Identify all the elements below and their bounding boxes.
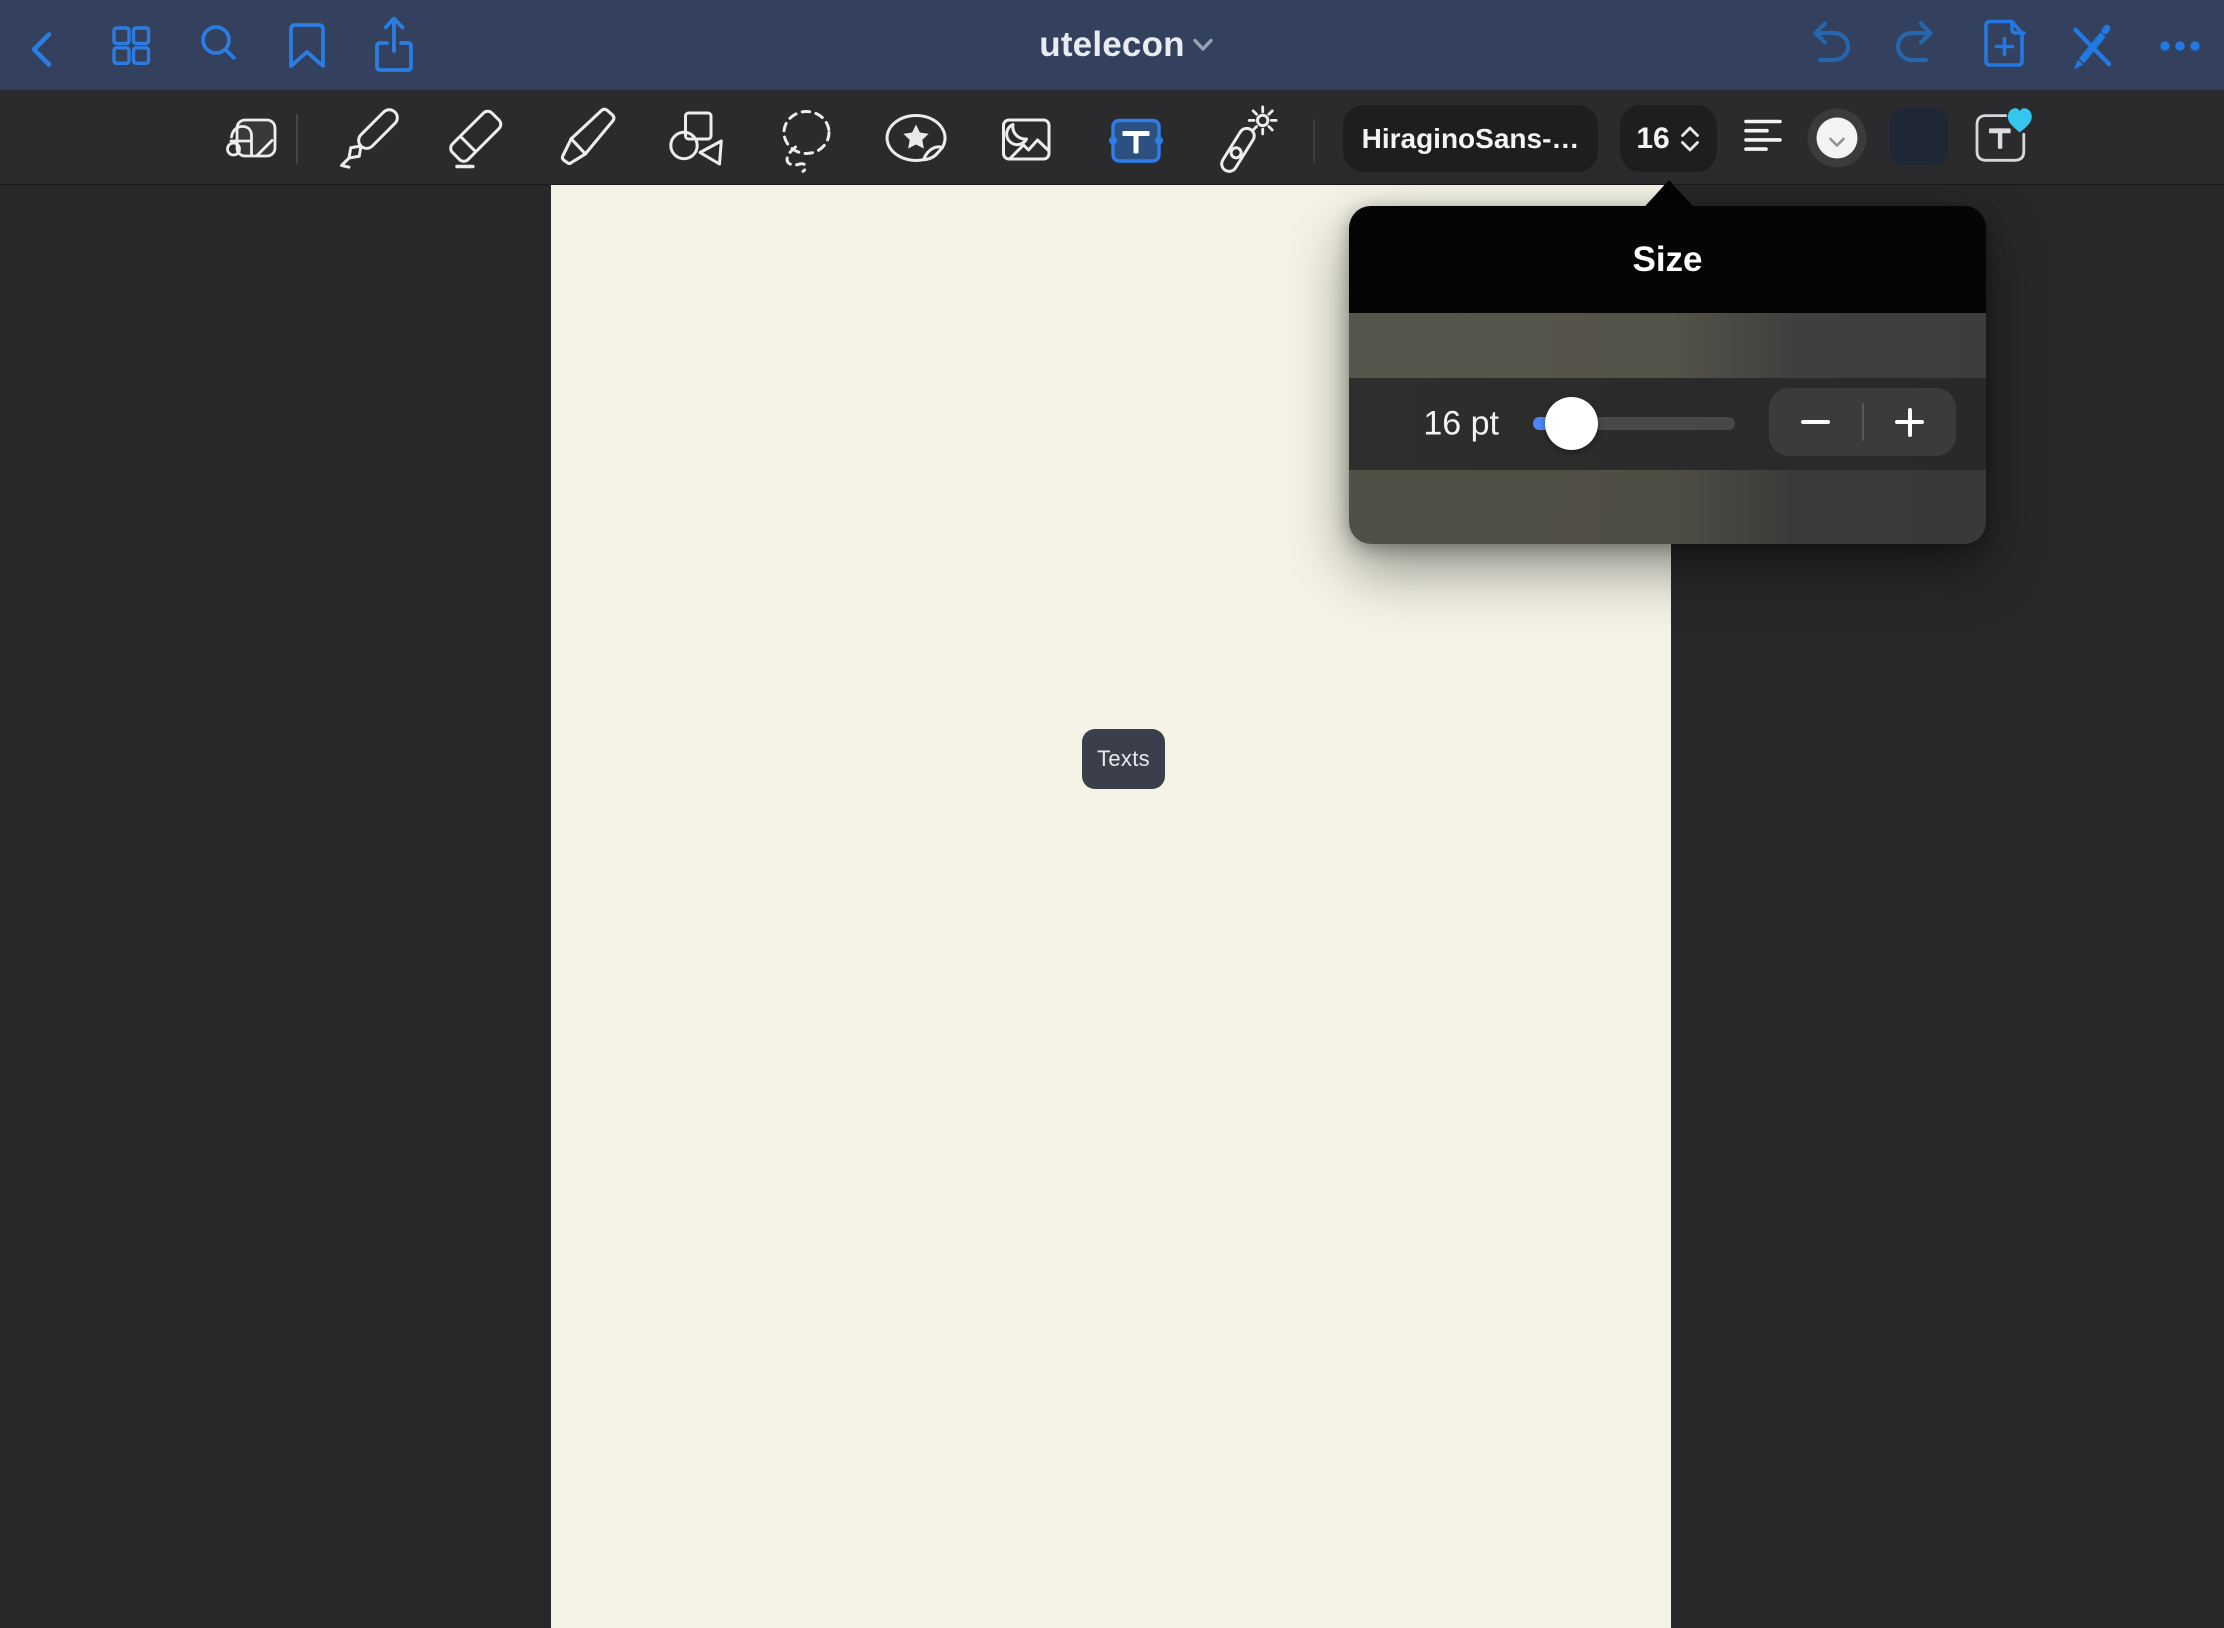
laser-pointer-icon (1208, 94, 1298, 184)
more-button[interactable] (2152, 17, 2208, 73)
text-align-button[interactable] (1718, 94, 1808, 184)
size-stepper (1769, 388, 1956, 456)
add-page-icon (1977, 17, 2033, 73)
ellipsis-icon (2152, 17, 2208, 73)
undo-icon (1801, 17, 1857, 73)
popover-band-bottom (1349, 470, 1986, 544)
slider-knob[interactable] (1545, 397, 1598, 450)
toolbar-separator (296, 114, 298, 164)
favorite-text-icon (1972, 100, 2040, 168)
add-page-button[interactable] (1977, 17, 2033, 73)
lasso-icon (762, 94, 852, 184)
tools-toolbar: HiraginoSans-… 16 (0, 90, 2224, 185)
toolbar-separator (1313, 119, 1315, 163)
undo-button[interactable] (1801, 17, 1857, 73)
align-left-icon (1734, 110, 1792, 168)
navigation-bar: utelecon (0, 0, 2224, 90)
popover-header: Size (1349, 206, 1986, 313)
tool-eraser[interactable] (432, 94, 522, 184)
tool-lasso[interactable] (762, 94, 852, 184)
tool-pen[interactable] (322, 94, 412, 184)
document-title: utelecon (1039, 25, 1185, 65)
eraser-icon (432, 94, 522, 184)
crossed-pencil-icon (2064, 17, 2120, 73)
redo-button[interactable] (1889, 17, 1945, 73)
handwriting-recognition-icon (207, 94, 297, 184)
stop-editing-button[interactable] (2064, 17, 2120, 73)
size-value-label: 16 pt (1399, 405, 1499, 444)
tool-text[interactable] (1092, 94, 1182, 184)
up-down-chevrons-icon (1679, 126, 1701, 152)
popover-title: Size (1632, 240, 1702, 280)
tool-handwriting-recognition[interactable] (207, 94, 297, 184)
size-row: 16 pt (1349, 378, 1986, 470)
pen-icon (322, 94, 412, 184)
decrease-size-button[interactable] (1769, 388, 1862, 456)
increase-size-button[interactable] (1864, 388, 1957, 456)
size-popover: Size 16 pt (1349, 206, 1986, 544)
popover-band-top (1349, 313, 1986, 378)
text-tool-icon (1092, 94, 1182, 184)
tool-image[interactable] (982, 94, 1072, 184)
plus-icon (1895, 408, 1924, 437)
font-size-button[interactable]: 16 (1620, 105, 1717, 172)
minus-icon (1801, 420, 1830, 424)
chevron-down-icon (1192, 38, 1214, 52)
text-box[interactable]: Texts (1082, 729, 1165, 789)
font-size-label: 16 (1636, 122, 1669, 156)
redo-icon (1889, 17, 1945, 73)
image-icon (982, 94, 1072, 184)
font-name-button[interactable]: HiraginoSans-… (1343, 105, 1598, 172)
dimmed-button[interactable] (1890, 108, 1948, 165)
font-name-label: HiraginoSans-… (1362, 123, 1580, 155)
app-screen: utelecon (0, 0, 2224, 1628)
shapes-icon (652, 94, 742, 184)
favorite-text-style-button[interactable] (1972, 100, 2040, 168)
tool-laser-pointer[interactable] (1208, 94, 1298, 184)
tool-stickers[interactable] (872, 94, 962, 184)
tool-highlighter[interactable] (542, 94, 632, 184)
sticker-icon (872, 94, 962, 184)
highlighter-icon (542, 94, 632, 184)
color-swatch-icon (1807, 108, 1867, 168)
text-box-content: Texts (1097, 746, 1150, 772)
text-color-button[interactable] (1807, 108, 1867, 168)
tool-shapes[interactable] (652, 94, 742, 184)
size-slider[interactable] (1533, 378, 1735, 470)
